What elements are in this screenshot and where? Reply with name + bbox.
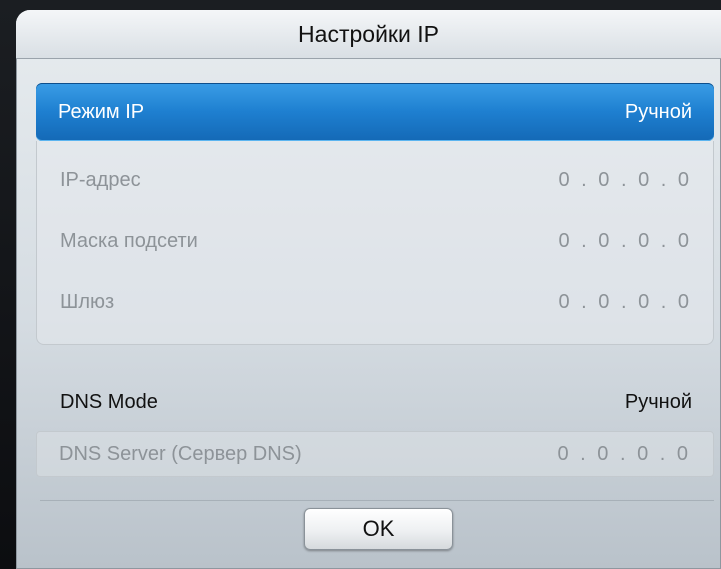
tv-screen: Настройки IP Режим IP Ручной IP-адрес 0 … [0, 0, 721, 569]
subnet-mask-row: Маска подсети 0 . 0 . 0 . 0 [38, 221, 714, 261]
ip-address-label: IP-адрес [60, 168, 141, 191]
gateway-value: 0 . 0 . 0 . 0 [558, 290, 692, 313]
subnet-mask-label: Маска подсети [60, 229, 198, 252]
dns-server-value: 0 . 0 . 0 . 0 [557, 442, 691, 465]
dns-mode-row[interactable]: DNS Mode Ручной [38, 382, 714, 422]
gateway-label: Шлюз [60, 290, 115, 313]
ip-address-row: IP-адрес 0 . 0 . 0 . 0 [38, 160, 714, 200]
ok-button[interactable]: OK [304, 508, 453, 550]
dns-mode-label: DNS Mode [60, 390, 158, 413]
button-separator [40, 500, 714, 501]
dialog-content: IP-адрес 0 . 0 . 0 . 0 Маска подсети 0 .… [16, 10, 721, 569]
ip-address-value: 0 . 0 . 0 . 0 [558, 168, 692, 191]
gateway-row: Шлюз 0 . 0 . 0 . 0 [38, 282, 714, 322]
dns-server-row: DNS Server (Сервер DNS) 0 . 0 . 0 . 0 [36, 431, 714, 477]
dns-server-label: DNS Server (Сервер DNS) [59, 442, 302, 465]
dns-mode-value: Ручной [624, 390, 692, 413]
subnet-mask-value: 0 . 0 . 0 . 0 [558, 229, 692, 252]
